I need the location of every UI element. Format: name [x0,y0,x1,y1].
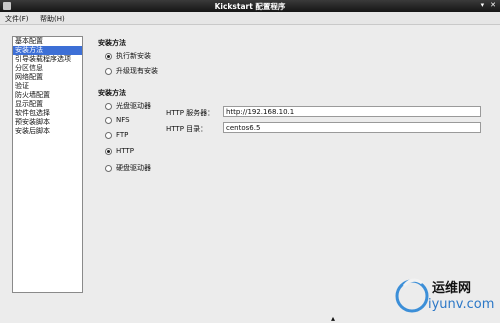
radio-button[interactable] [105,52,112,60]
radio-label: 硬盘驱动器 [116,164,151,172]
radio-label: 光盘驱动器 [116,102,151,110]
sidebar-item-firewall[interactable]: 防火墙配置 [13,91,82,100]
radio-label: NFS [116,116,130,124]
sidebar-item-partition[interactable]: 分区信息 [13,64,82,73]
menu-file[interactable]: 文件(F) [5,14,29,24]
radio-button[interactable] [105,147,112,155]
sidebar-item-pre-script[interactable]: 预安装脚本 [13,118,82,127]
category-list: 基本配置 安装方法 引导装载程序选项 分区信息 网络配置 验证 防火墙配置 显示… [12,36,83,293]
http-dir-field[interactable]: centos6.5 [223,122,481,133]
sidebar-item-bootloader[interactable]: 引导装载程序选项 [13,55,82,64]
menu-bar: 文件(F) 帮助(H) [0,12,500,25]
sidebar-item-packages[interactable]: 软件包选择 [13,109,82,118]
radio-button[interactable] [105,116,112,124]
radio-label: 升级现有安装 [116,67,158,75]
radio-button[interactable] [105,131,112,139]
radio-label: 执行新安装 [116,52,151,60]
watermark-logo: 运维网 iyunv.com [392,270,496,320]
http-server-field[interactable]: http://192.168.10.1 [223,106,481,117]
close-icon[interactable]: ✕ [490,1,496,9]
radio-nfs[interactable]: NFS [105,116,130,124]
sidebar-item-auth[interactable]: 验证 [13,82,82,91]
install-type-title: 安装方法 [98,39,126,47]
radio-label: HTTP [116,147,134,155]
radio-ftp[interactable]: FTP [105,131,128,139]
cursor-icon: ▴ [331,314,336,323]
watermark-url: iyunv.com [428,297,495,312]
sidebar-item-install-method[interactable]: 安装方法 [13,46,82,55]
radio-new-install[interactable]: 执行新安装 [105,51,151,61]
radio-button[interactable] [105,67,112,75]
radio-cdrom[interactable]: 光盘驱动器 [105,101,151,111]
sidebar-item-display[interactable]: 显示配置 [13,100,82,109]
title-bar: Kickstart 配置程序 ▾ ✕ [0,0,500,12]
watermark-text: 运维网 [432,281,472,296]
sidebar-item-basic-config[interactable]: 基本配置 [13,37,82,46]
install-method-title: 安装方法 [98,89,126,97]
radio-button[interactable] [105,102,112,110]
radio-label: FTP [116,131,129,139]
http-dir-label: HTTP 目录： [166,125,208,133]
radio-http[interactable]: HTTP [105,147,134,155]
menu-help[interactable]: 帮助(H) [40,14,65,24]
radio-harddisk[interactable]: 硬盘驱动器 [105,163,151,173]
http-server-label: HTTP 服务器： [166,109,215,117]
minimize-icon[interactable]: ▾ [481,1,485,9]
sidebar-item-post-script[interactable]: 安装后脚本 [13,127,82,136]
sidebar-item-network[interactable]: 网络配置 [13,73,82,82]
radio-button[interactable] [105,164,112,172]
radio-upgrade[interactable]: 升级现有安装 [105,66,158,76]
window-title: Kickstart 配置程序 [214,2,286,11]
